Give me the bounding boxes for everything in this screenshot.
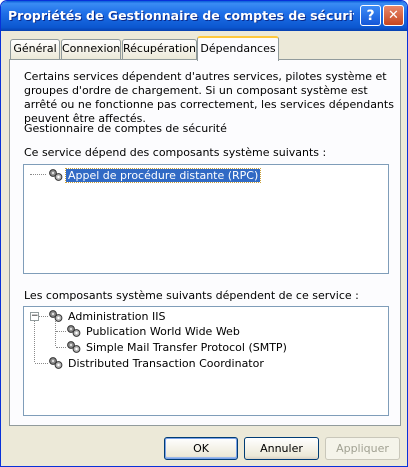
tab-general[interactable]: Général <box>10 39 60 59</box>
properties-dialog: Propriétés de Gestionnaire de comptes de… <box>0 0 408 467</box>
service-gears-icon <box>49 310 63 322</box>
close-button[interactable]: ✕ <box>383 5 404 26</box>
tree-node-www[interactable]: Publication World Wide Web <box>66 324 366 340</box>
tree-node-rpc[interactable]: Appel de procédure distante (RPC) <box>48 168 378 184</box>
tree-node-smtp[interactable]: Simple Mail Transfer Protocol (SMTP) <box>66 340 366 356</box>
tree-node-dtc[interactable]: Distributed Transaction Coordinator <box>48 356 348 372</box>
window-title: Propriétés de Gestionnaire de comptes de… <box>8 8 354 23</box>
depends-on-tree[interactable]: Appel de procédure distante (RPC) <box>23 164 389 274</box>
service-gears-icon <box>49 357 63 369</box>
service-gears-icon <box>67 341 81 353</box>
service-gears-icon <box>49 169 63 181</box>
help-button[interactable]: ? <box>360 5 381 26</box>
apply-button[interactable]: Appliquer <box>325 437 400 460</box>
tab-recuperation[interactable]: Récupération <box>122 39 197 59</box>
tree-node-label: Simple Mail Transfer Protocol (SMTP) <box>86 341 287 354</box>
dependents-label: Les composants système suivants dépenden… <box>24 289 359 302</box>
service-name: Gestionnaire de comptes de sécurité <box>24 122 227 135</box>
dependents-tree[interactable]: − Administration IIS Publication World W… <box>23 306 389 416</box>
dependencies-panel: Certains services dépendent d'autres ser… <box>9 59 401 426</box>
tab-connexion[interactable]: Connexion <box>61 39 121 59</box>
tree-node-label: Distributed Transaction Coordinator <box>68 357 264 370</box>
tab-dependances[interactable]: Dépendances <box>197 36 279 61</box>
depends-on-label: Ce service dépend des composants système… <box>24 146 327 159</box>
tree-node-label: Administration IIS <box>68 310 166 323</box>
dependencies-description: Certains services dépendent d'autres ser… <box>24 70 394 125</box>
tree-node-label: Publication World Wide Web <box>86 325 240 338</box>
tree-node-iis-admin[interactable]: Administration IIS <box>48 309 348 325</box>
collapse-toggle[interactable]: − <box>30 312 39 321</box>
title-bar[interactable]: Propriétés de Gestionnaire de comptes de… <box>1 1 407 31</box>
cancel-button[interactable]: Annuler <box>244 437 319 460</box>
tree-node-label: Appel de procédure distante (RPC) <box>64 168 262 183</box>
service-gears-icon <box>67 325 81 337</box>
ok-button[interactable]: OK <box>164 437 238 460</box>
